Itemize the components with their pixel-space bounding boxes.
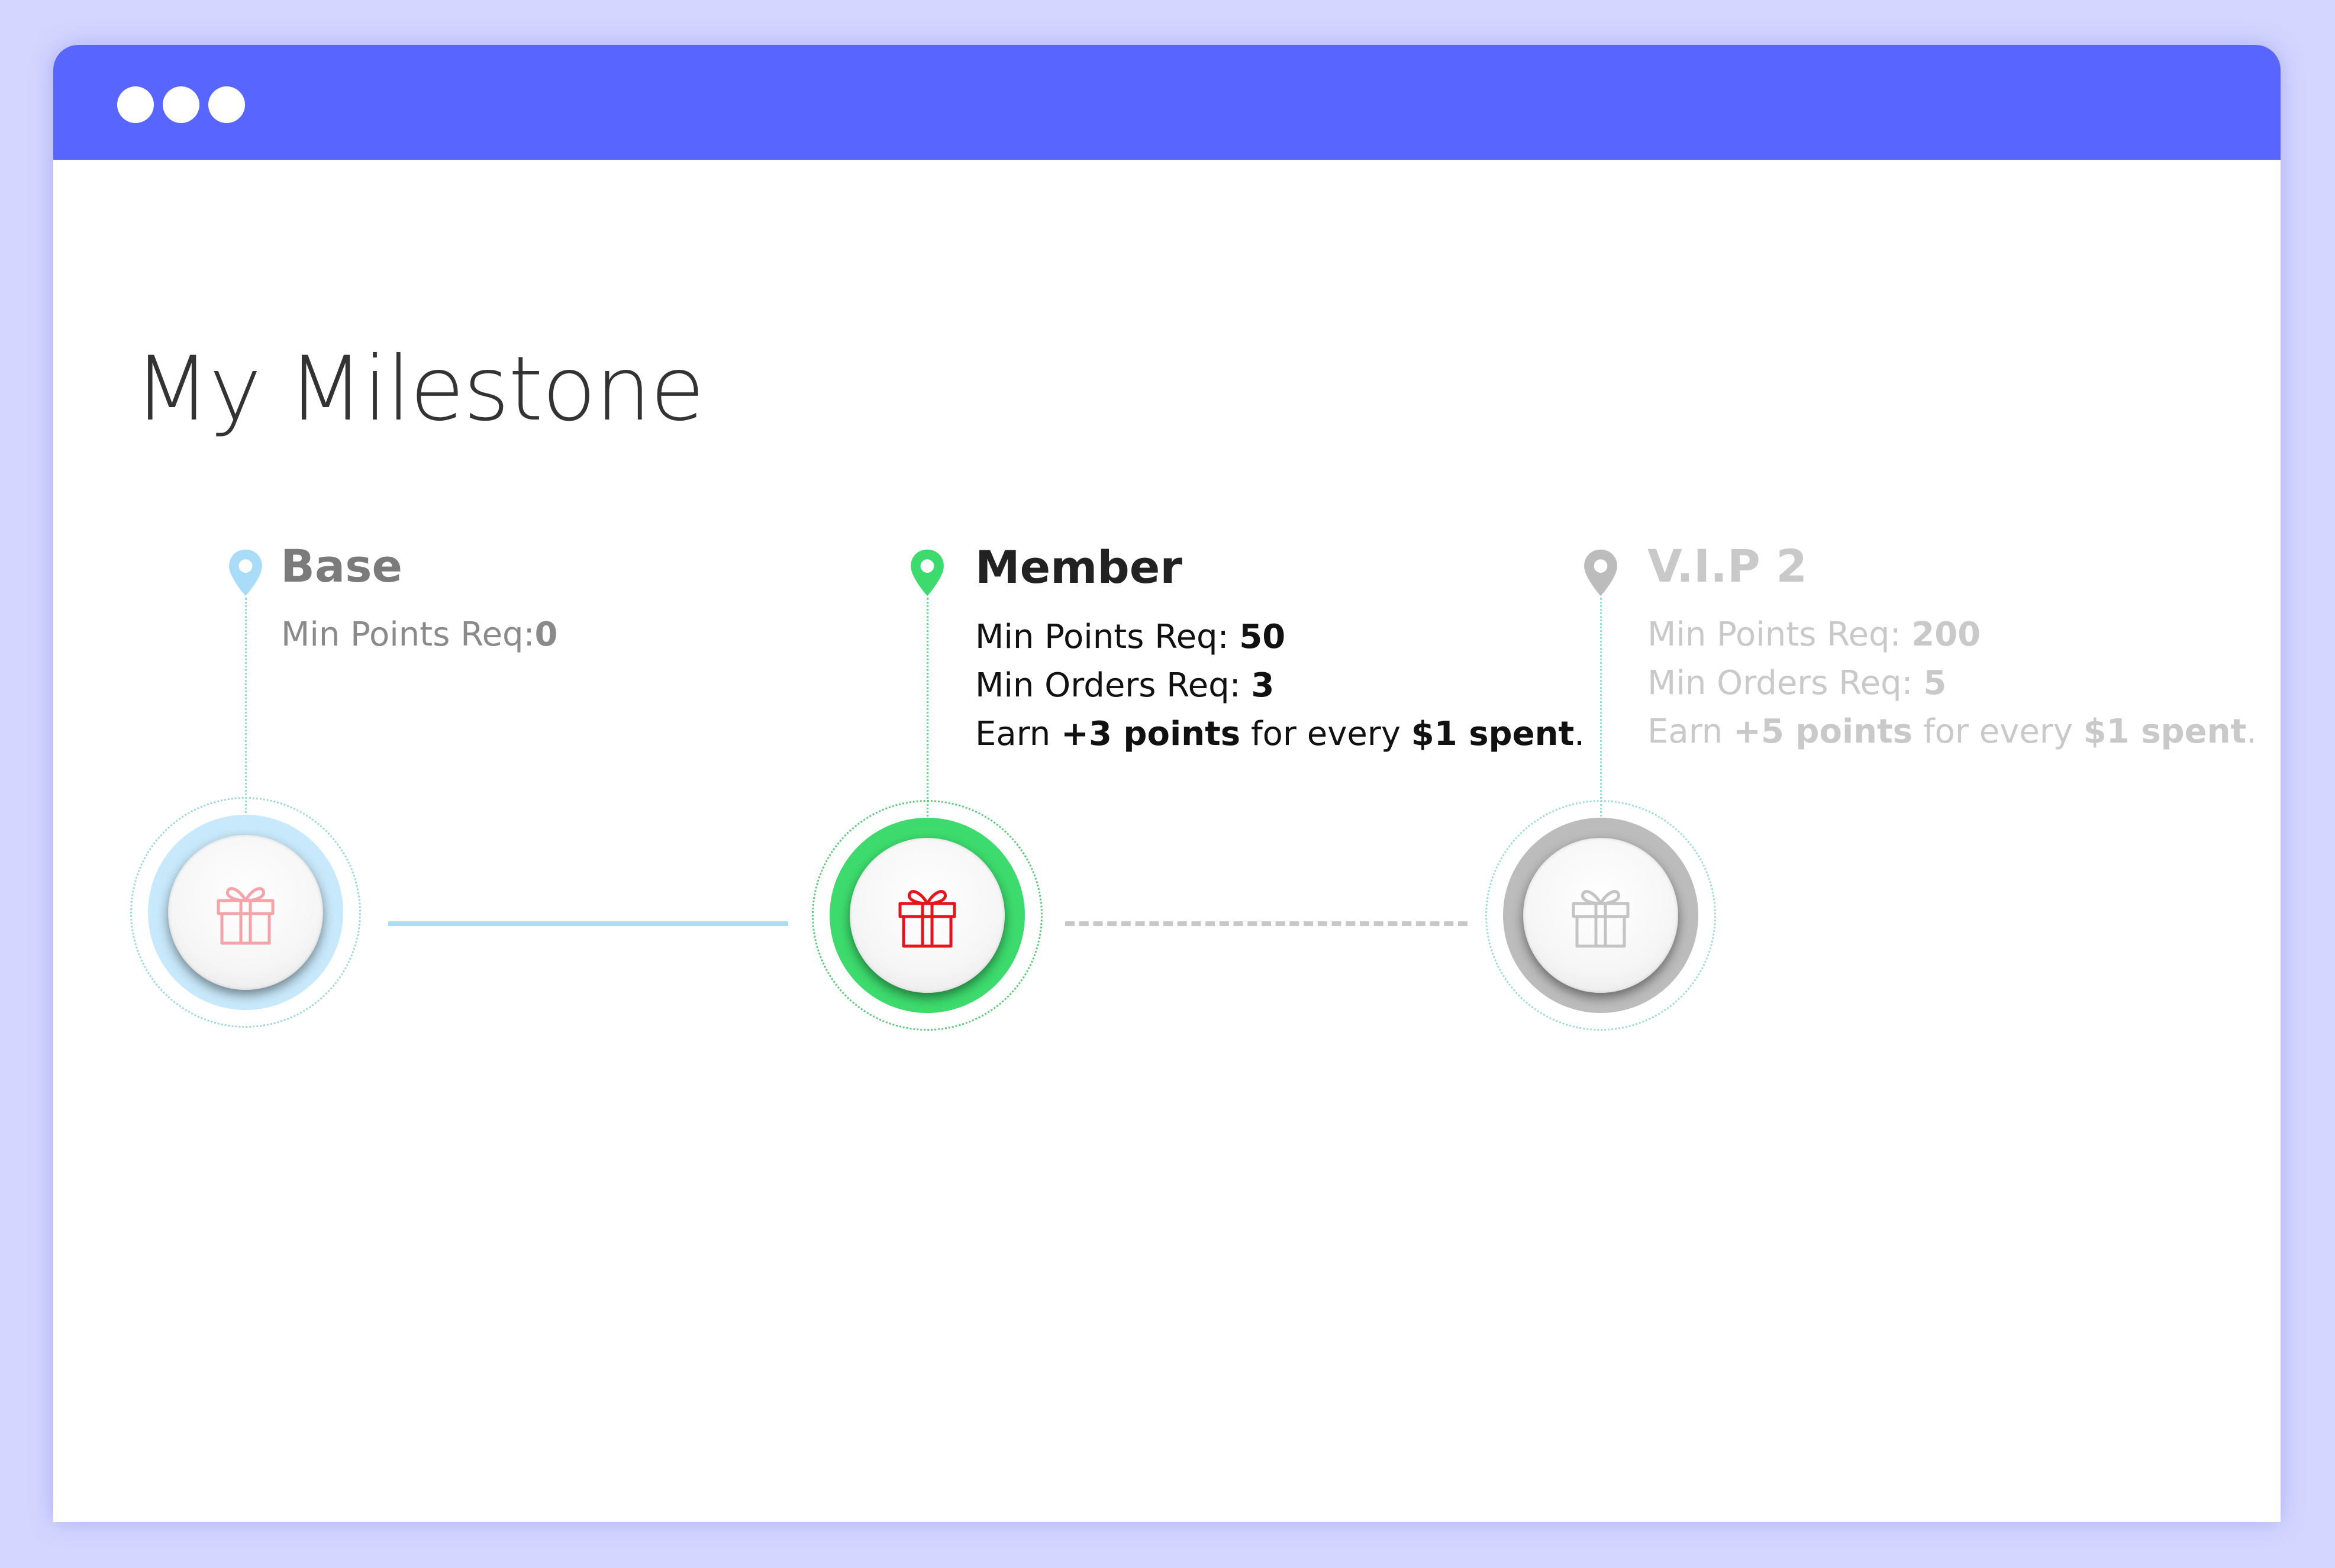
min-points-requirement: Min Points Req: 200 <box>1647 615 1981 654</box>
location-pin-icon <box>1584 549 1617 596</box>
browser-window: My Milestone Base Min Points Req:0 Membe… <box>53 45 2281 1522</box>
min-orders-requirement: Min Orders Req: 5 <box>1647 664 1947 702</box>
window-control-dot[interactable] <box>117 86 154 123</box>
gift-icon <box>1572 890 1630 948</box>
earn-rate: Earn +5 points for every $1 spent. <box>1647 712 2257 751</box>
window-control-dot[interactable] <box>163 86 199 123</box>
min-points-requirement: Min Points Req:0 <box>281 615 558 654</box>
gift-icon <box>217 887 275 945</box>
min-orders-requirement: Min Orders Req: 3 <box>975 666 1275 705</box>
milestone-name: Base <box>280 540 402 592</box>
min-points-requirement: Min Points Req: 50 <box>975 618 1286 656</box>
milestone-name: Member <box>975 541 1182 593</box>
location-pin-icon <box>911 549 944 596</box>
progress-line-locked <box>1065 921 1468 926</box>
window-control-dot[interactable] <box>208 86 245 123</box>
page-title: My Milestone <box>134 338 705 441</box>
location-pin-icon <box>229 549 262 596</box>
earn-rate: Earn +3 points for every $1 spent. <box>975 715 1585 753</box>
gift-icon <box>898 890 956 948</box>
window-titlebar <box>53 45 2281 160</box>
milestone-name: V.I.P 2 <box>1647 540 1808 592</box>
progress-line-completed <box>388 921 788 926</box>
milestone-badge[interactable] <box>1485 800 1716 1031</box>
milestone-badge[interactable] <box>812 800 1043 1031</box>
milestone-badge[interactable] <box>130 797 361 1028</box>
